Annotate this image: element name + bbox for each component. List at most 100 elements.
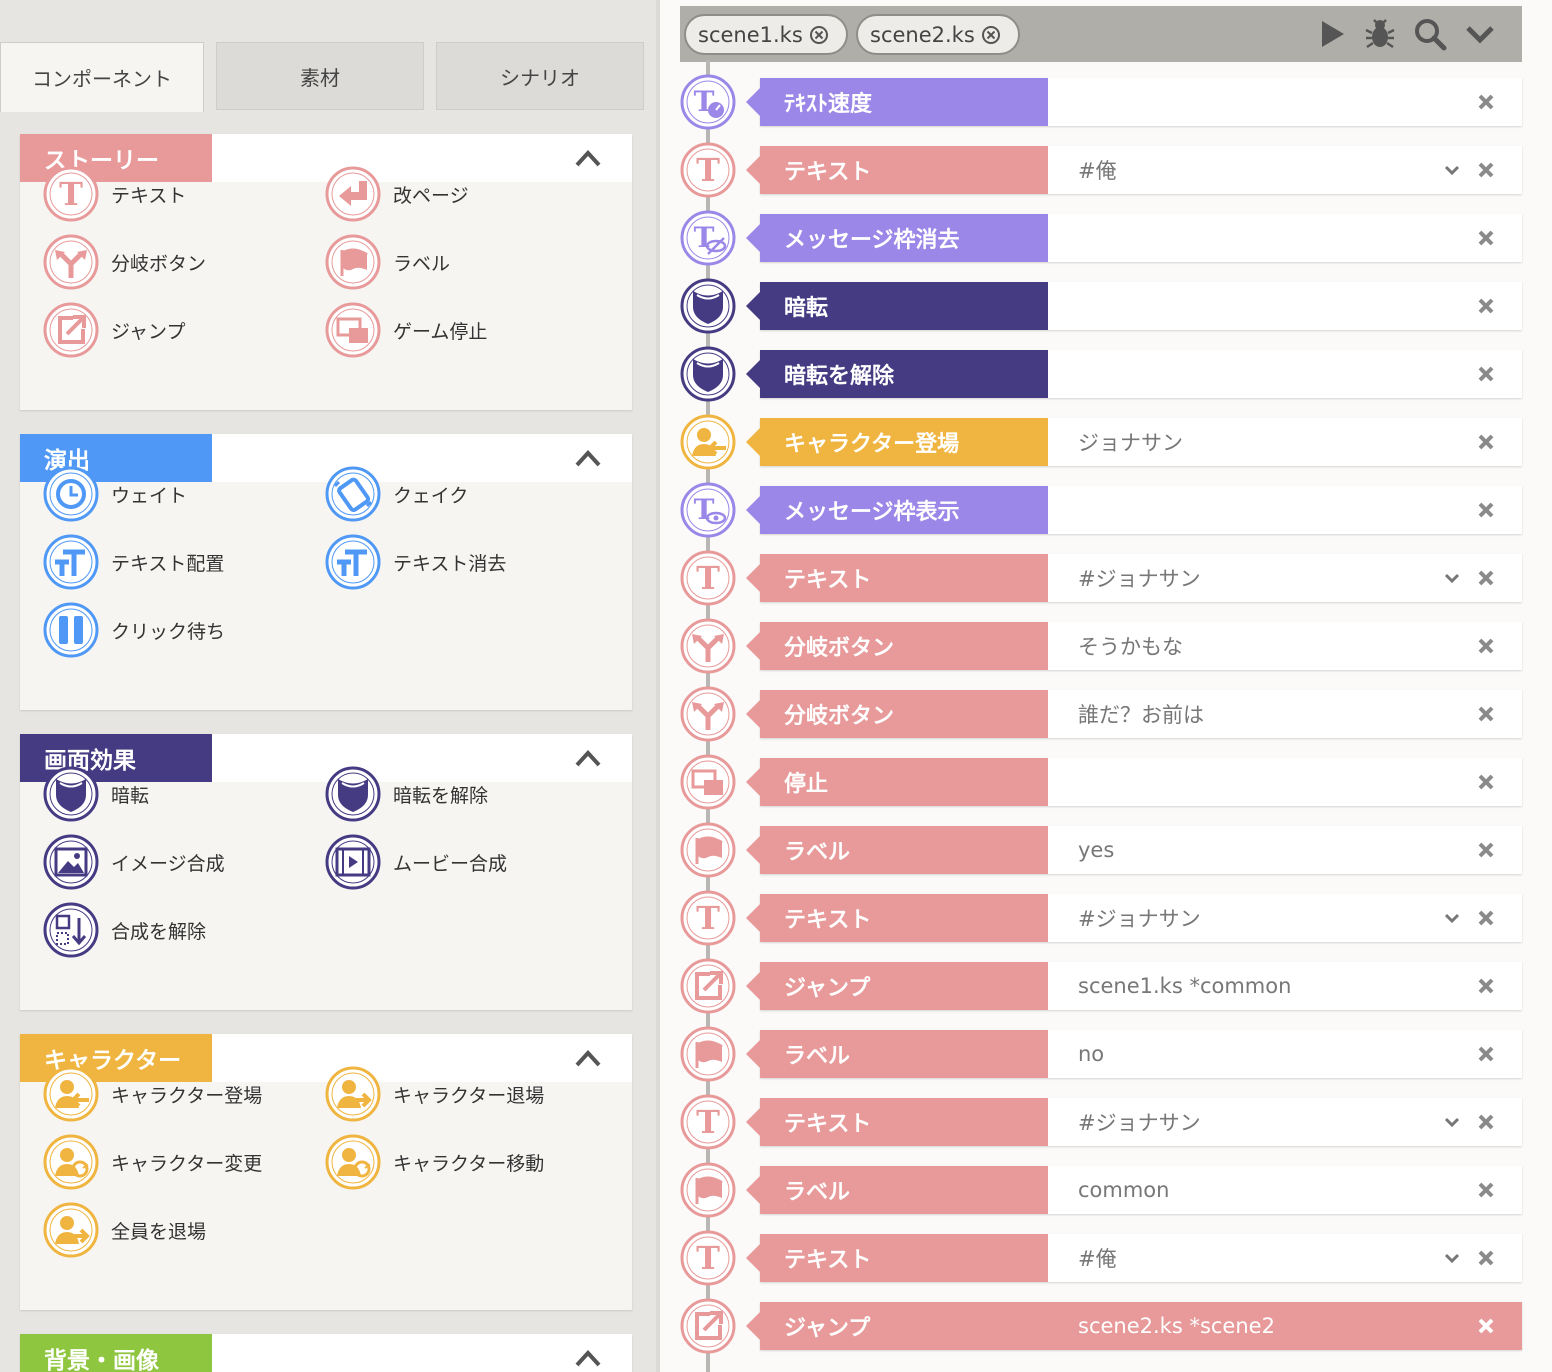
component-item[interactable]: テキスト配置: [43, 534, 224, 590]
panel-section: 背景・画像: [20, 1334, 632, 1372]
scenario-row[interactable]: ジャンプ scene1.ks *common: [746, 962, 1522, 1010]
component-item[interactable]: キャラクター変更: [43, 1134, 262, 1190]
delete-icon[interactable]: [1476, 976, 1496, 996]
svg-text:T: T: [59, 175, 83, 213]
row-value[interactable]: no: [1078, 1030, 1104, 1078]
chevron-up-icon[interactable]: [574, 148, 602, 168]
scenario-row[interactable]: ラベル common: [746, 1166, 1522, 1214]
scenario-row[interactable]: テキスト #俺: [746, 1234, 1522, 1282]
scenario-row[interactable]: 停止: [746, 758, 1522, 806]
component-item[interactable]: クェイク: [325, 466, 468, 522]
delete-icon[interactable]: [1476, 432, 1496, 452]
component-item[interactable]: 分岐ボタン: [43, 234, 206, 290]
component-item[interactable]: 合成を解除: [43, 902, 206, 958]
component-item[interactable]: イメージ合成: [43, 834, 225, 890]
scenario-row[interactable]: 暗転を解除: [746, 350, 1522, 398]
search-icon[interactable]: [1412, 16, 1448, 52]
chevron-down-icon[interactable]: [1442, 160, 1462, 180]
component-item[interactable]: ムービー合成: [325, 834, 507, 890]
delete-icon[interactable]: [1476, 1112, 1496, 1132]
scenario-row[interactable]: ジャンプ scene2.ks *scene2: [746, 1302, 1522, 1350]
file-tab-scene2[interactable]: scene2.ks: [856, 14, 1020, 55]
chevron-down-icon[interactable]: [1462, 16, 1498, 52]
delete-icon[interactable]: [1476, 1316, 1496, 1336]
delete-icon[interactable]: [1476, 500, 1496, 520]
component-item[interactable]: 暗転: [43, 766, 149, 822]
row-value[interactable]: #俺: [1078, 1234, 1117, 1282]
delete-icon[interactable]: [1476, 1180, 1496, 1200]
scenario-row[interactable]: ﾃｷｽﾄ速度: [746, 78, 1522, 126]
component-item[interactable]: ゲーム停止: [325, 302, 487, 358]
component-item[interactable]: T テキスト: [43, 166, 186, 222]
scenario-row[interactable]: テキスト #ジョナサン: [746, 1098, 1522, 1146]
delete-icon[interactable]: [1476, 704, 1496, 724]
close-icon[interactable]: [809, 25, 829, 45]
row-value[interactable]: scene2.ks *scene2: [1078, 1302, 1275, 1350]
row-value[interactable]: ジョナサン: [1078, 418, 1183, 466]
delete-icon[interactable]: [1476, 840, 1496, 860]
delete-icon[interactable]: [1476, 228, 1496, 248]
scenario-row[interactable]: ラベル no: [746, 1030, 1522, 1078]
row-value[interactable]: #俺: [1078, 146, 1117, 194]
delete-icon[interactable]: [1476, 1248, 1496, 1268]
tab-assets[interactable]: 素材: [216, 42, 424, 110]
scenario-row[interactable]: テキスト #俺: [746, 146, 1522, 194]
delete-icon[interactable]: [1476, 160, 1496, 180]
bug-icon[interactable]: [1362, 16, 1398, 52]
chevron-up-icon[interactable]: [574, 1348, 602, 1368]
delete-icon[interactable]: [1476, 908, 1496, 928]
component-item[interactable]: キャラクター登場: [43, 1066, 262, 1122]
panel-header[interactable]: 背景・画像: [20, 1334, 632, 1372]
scenario-row[interactable]: テキスト #ジョナサン: [746, 894, 1522, 942]
component-item[interactable]: ジャンプ: [43, 302, 185, 358]
component-item[interactable]: テキスト消去: [325, 534, 506, 590]
component-item[interactable]: クリック待ち: [43, 602, 225, 658]
delete-icon[interactable]: [1476, 636, 1496, 656]
component-item[interactable]: ラベル: [325, 234, 450, 290]
tab-components[interactable]: コンポーネント: [0, 42, 204, 112]
row-value[interactable]: scene1.ks *common: [1078, 962, 1291, 1010]
chevron-up-icon[interactable]: [574, 748, 602, 768]
chevron-up-icon[interactable]: [574, 448, 602, 468]
chevron-down-icon[interactable]: [1442, 1248, 1462, 1268]
file-tab-scene1[interactable]: scene1.ks: [684, 14, 848, 55]
row-value[interactable]: #ジョナサン: [1078, 1098, 1201, 1146]
scenario-row[interactable]: 暗転: [746, 282, 1522, 330]
row-value[interactable]: #ジョナサン: [1078, 894, 1201, 942]
component-item[interactable]: 暗転を解除: [325, 766, 488, 822]
component-item[interactable]: キャラクター移動: [325, 1134, 544, 1190]
row-value[interactable]: そうかもな: [1078, 622, 1183, 670]
delete-icon[interactable]: [1476, 568, 1496, 588]
component-item-label: 全員を退場: [111, 1220, 207, 1243]
row-value[interactable]: common: [1078, 1166, 1169, 1214]
chevron-down-icon[interactable]: [1442, 568, 1462, 588]
delete-icon[interactable]: [1476, 772, 1496, 792]
delete-icon[interactable]: [1476, 296, 1496, 316]
scenario-row[interactable]: 分岐ボタン そうかもな: [746, 622, 1522, 670]
delete-icon[interactable]: [1476, 92, 1496, 112]
component-item[interactable]: キャラクター退場: [325, 1066, 544, 1122]
scenario-row[interactable]: ラベル yes: [746, 826, 1522, 874]
component-item[interactable]: 全員を退場: [43, 1202, 206, 1258]
file-tab-label: scene1.ks: [698, 22, 803, 47]
play-icon[interactable]: [1314, 16, 1350, 52]
scenario-row[interactable]: 分岐ボタン 誰だ？お前は: [746, 690, 1522, 738]
delete-icon[interactable]: [1476, 1044, 1496, 1064]
scenario-row[interactable]: メッセージ枠消去: [746, 214, 1522, 262]
character-move-icon: [325, 1134, 381, 1190]
row-value[interactable]: #ジョナサン: [1078, 554, 1201, 602]
scenario-row[interactable]: メッセージ枠表示: [746, 486, 1522, 534]
component-item[interactable]: 改ページ: [325, 166, 469, 222]
row-value[interactable]: yes: [1078, 826, 1114, 874]
text-icon: T: [680, 550, 736, 606]
component-item[interactable]: ウェイト: [43, 466, 187, 522]
scenario-row[interactable]: キャラクター登場 ジョナサン: [746, 418, 1522, 466]
row-value[interactable]: 誰だ？お前は: [1078, 690, 1204, 738]
chevron-down-icon[interactable]: [1442, 1112, 1462, 1132]
tab-scenario[interactable]: シナリオ: [436, 42, 644, 110]
close-icon[interactable]: [981, 25, 1001, 45]
chevron-up-icon[interactable]: [574, 1048, 602, 1068]
delete-icon[interactable]: [1476, 364, 1496, 384]
chevron-down-icon[interactable]: [1442, 908, 1462, 928]
scenario-row[interactable]: テキスト #ジョナサン: [746, 554, 1522, 602]
